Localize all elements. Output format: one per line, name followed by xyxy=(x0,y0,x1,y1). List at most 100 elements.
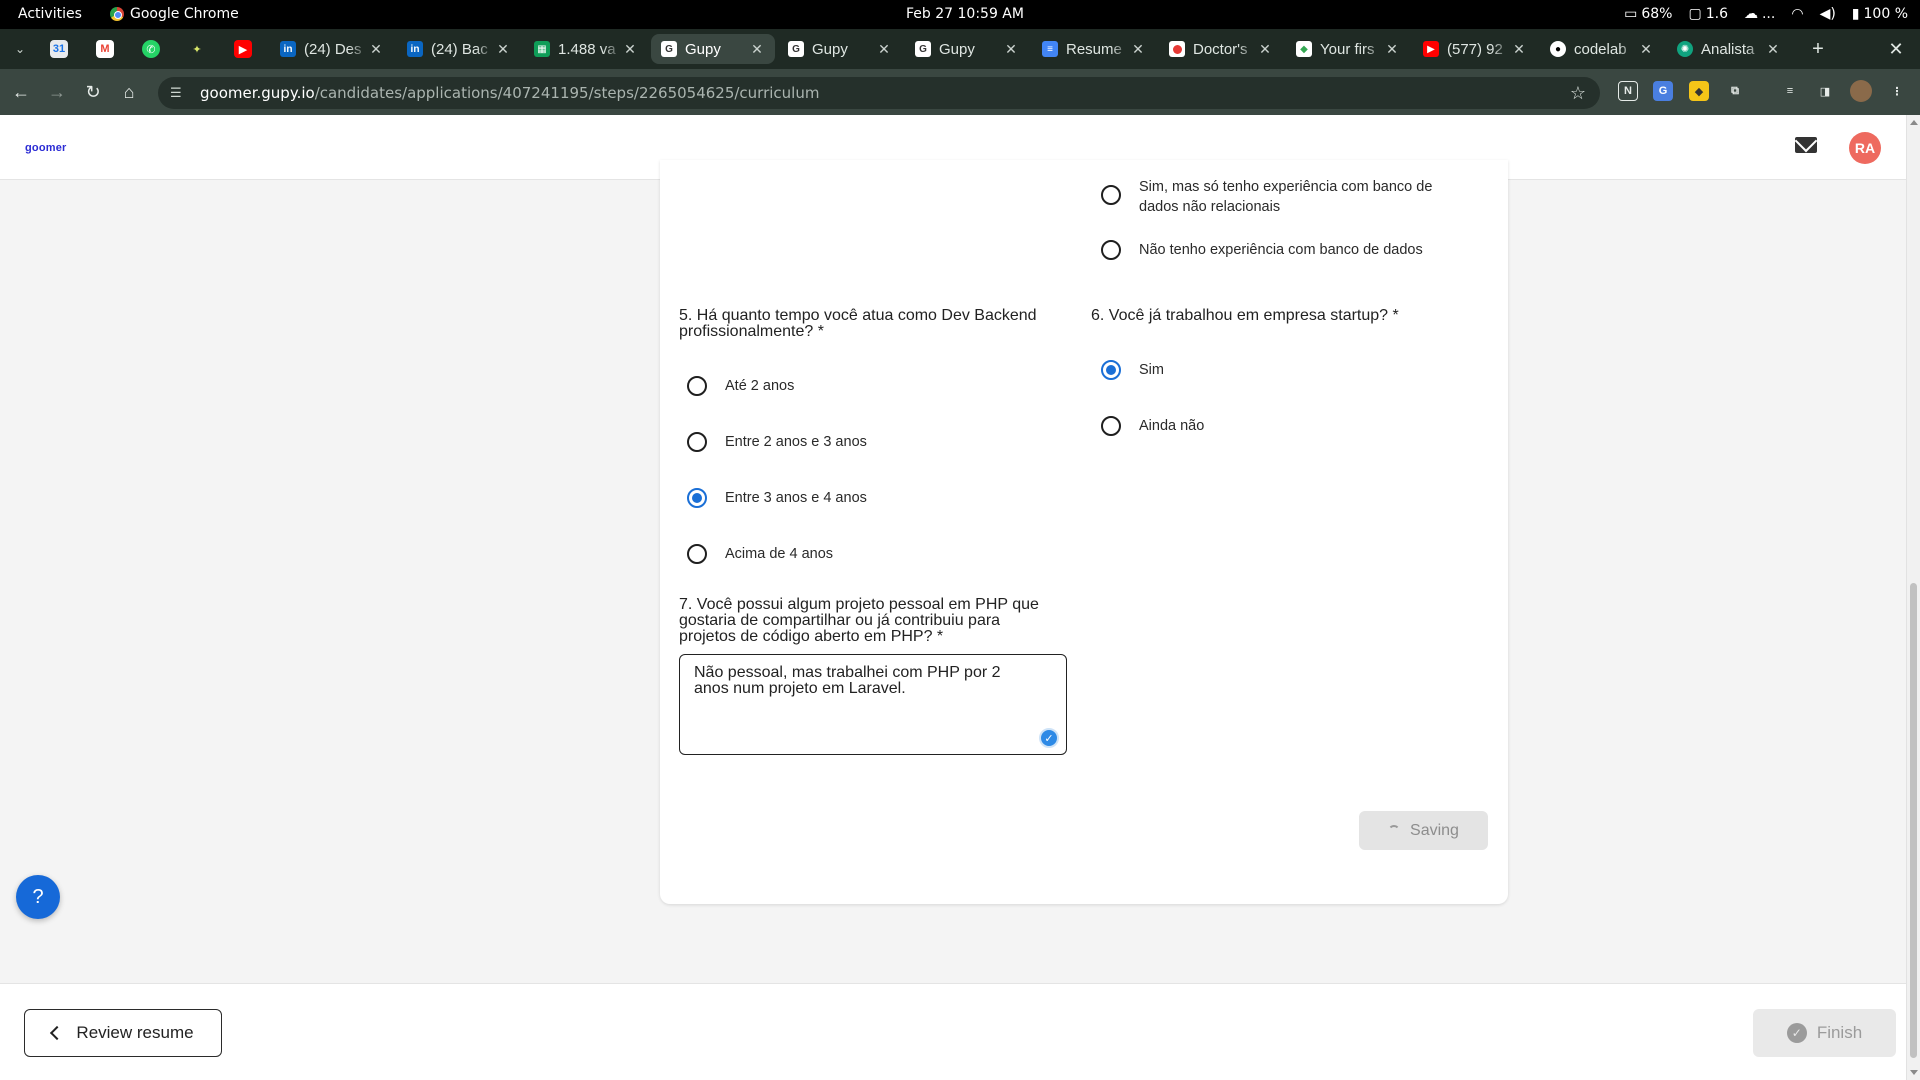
radio-button[interactable] xyxy=(1101,416,1121,436)
profile-avatar-icon[interactable] xyxy=(1850,80,1872,102)
close-icon[interactable]: ✕ xyxy=(495,41,511,58)
q5-option-acima-4-anos[interactable]: Acima de 4 anos xyxy=(687,544,833,564)
pinned-tab-gmail[interactable]: M xyxy=(88,37,122,61)
help-button[interactable]: ? xyxy=(16,875,60,919)
chatgpt-icon: ✺ xyxy=(1677,41,1693,57)
pinned-tab-calendar[interactable]: 31 xyxy=(42,37,76,61)
tab-linkedin-2[interactable]: in (24) Bac ✕ xyxy=(397,34,521,64)
clock[interactable]: Feb 27 10:59 AM xyxy=(906,6,1024,22)
radio-button[interactable] xyxy=(687,432,707,452)
keep-extension-icon[interactable]: ◆ xyxy=(1689,81,1709,101)
pinned-tab-youtube[interactable]: ▶ xyxy=(226,37,260,61)
application-form-card: Sim, mas só tenho experiência com banco … xyxy=(660,160,1508,904)
whatsapp-icon: ✆ xyxy=(142,40,160,58)
review-resume-button[interactable]: Review resume xyxy=(24,1009,222,1057)
extensions-puzzle-icon[interactable]: ⧉ xyxy=(1725,81,1745,101)
back-button[interactable]: ← xyxy=(8,79,34,105)
close-icon[interactable]: ✕ xyxy=(1130,41,1146,58)
doctor-icon xyxy=(1169,41,1185,57)
scroll-down-arrow-icon[interactable] xyxy=(1910,1070,1918,1075)
tab-youtube[interactable]: ▶ (577) 92 ✕ xyxy=(1413,34,1537,64)
new-tab-button[interactable]: + xyxy=(1805,37,1831,63)
close-icon[interactable]: ✕ xyxy=(1257,41,1273,58)
company-logo[interactable]: goomer xyxy=(25,142,67,154)
tab-resume[interactable]: ≡ Resume ✕ xyxy=(1032,34,1156,64)
kebab-menu-icon[interactable]: ⋮ xyxy=(1887,81,1907,101)
battery-icon: ▮ xyxy=(1851,6,1860,22)
close-icon[interactable]: ✕ xyxy=(622,41,638,58)
pinned-tab-whatsapp[interactable]: ✆ xyxy=(134,37,168,61)
radio-button-selected[interactable] xyxy=(687,488,707,508)
translate-extension-icon[interactable]: G xyxy=(1653,81,1673,101)
tab-doctor[interactable]: Doctor's ✕ xyxy=(1159,34,1283,64)
tab-gupy-2[interactable]: G Gupy ✕ xyxy=(778,34,902,64)
radio-option-no-db-experience[interactable]: Não tenho experiência com banco de dados xyxy=(1101,240,1423,260)
bookmark-star-icon[interactable]: ☆ xyxy=(1570,83,1586,104)
close-icon[interactable]: ✕ xyxy=(1384,41,1400,58)
page-scrollbar[interactable] xyxy=(1906,115,1920,1080)
tab-github[interactable]: ● codelab ✕ xyxy=(1540,34,1664,64)
close-icon[interactable]: ✕ xyxy=(1003,41,1019,58)
docs-icon: ≡ xyxy=(1042,41,1058,57)
tab-gupy-active[interactable]: G Gupy ✕ xyxy=(651,34,775,64)
mail-icon[interactable] xyxy=(1795,137,1817,153)
q6-option-ainda-nao[interactable]: Ainda não xyxy=(1101,416,1204,436)
check-circle-icon: ✓ xyxy=(1039,728,1059,748)
scroll-up-arrow-icon[interactable] xyxy=(1910,120,1918,125)
check-circle-icon: ✓ xyxy=(1786,1023,1807,1043)
radio-button-selected[interactable] xyxy=(1101,360,1121,380)
radio-button[interactable] xyxy=(687,544,707,564)
media-controls-icon[interactable]: ≡ xyxy=(1780,81,1800,101)
notion-extension-icon[interactable]: N xyxy=(1618,81,1638,101)
radio-button[interactable] xyxy=(1101,240,1121,260)
q7-answer-textarea[interactable]: Não pessoal, mas trabalhei com PHP por 2… xyxy=(679,654,1067,755)
q5-option-ate-2-anos[interactable]: Até 2 anos xyxy=(687,376,794,396)
radio-option-non-relational[interactable]: Sim, mas só tenho experiência com banco … xyxy=(1101,179,1432,217)
radio-button[interactable] xyxy=(1101,185,1121,205)
tab-course[interactable]: ◆ Your firs ✕ xyxy=(1286,34,1410,64)
tab-strip: ⌄ 31 M ✆ ✦ ▶ in (24) Des ✕ in (24) Bac ✕… xyxy=(0,29,1920,69)
scrollbar-thumb[interactable] xyxy=(1910,583,1917,1058)
gupy-icon: G xyxy=(788,41,804,57)
plus-icon: + xyxy=(1812,38,1824,60)
tab-search-button[interactable]: ⌄ xyxy=(8,37,32,61)
app-menu[interactable]: Google Chrome xyxy=(110,6,239,22)
user-avatar[interactable]: RA xyxy=(1849,132,1881,164)
page-footer: Review resume ✓ Finish xyxy=(0,983,1906,1080)
q5-option-2-3-anos[interactable]: Entre 2 anos e 3 anos xyxy=(687,432,867,452)
finish-button[interactable]: ✓ Finish xyxy=(1753,1009,1896,1057)
gupy-icon: G xyxy=(915,41,931,57)
sheets-icon: ▦ xyxy=(534,41,550,57)
url-text[interactable]: goomer.gupy.io/candidates/applications/4… xyxy=(200,84,819,102)
close-icon[interactable]: ✕ xyxy=(749,41,765,58)
youtube-icon: ▶ xyxy=(1423,41,1439,57)
volume-icon: ◀) xyxy=(1819,6,1836,22)
cloud-indicator: ☁... xyxy=(1743,6,1776,22)
site-info-icon[interactable]: ☰ xyxy=(170,85,186,101)
window-close-button[interactable]: ✕ xyxy=(1884,37,1908,61)
q5-option-3-4-anos[interactable]: Entre 3 anos e 4 anos xyxy=(687,488,867,508)
reload-button[interactable]: ↻ xyxy=(80,79,106,105)
close-icon[interactable]: ✕ xyxy=(1511,41,1527,58)
address-bar[interactable]: ☰ goomer.gupy.io/candidates/applications… xyxy=(158,77,1600,109)
home-button[interactable]: ⌂ xyxy=(116,79,142,105)
app-name: Google Chrome xyxy=(130,6,239,22)
tab-sheets[interactable]: ▦ 1.488 va ✕ xyxy=(524,34,648,64)
close-icon[interactable]: ✕ xyxy=(1638,41,1654,58)
side-panel-icon[interactable]: ◨ xyxy=(1815,81,1835,101)
tab-gupy-3[interactable]: G Gupy ✕ xyxy=(905,34,1029,64)
radio-button[interactable] xyxy=(687,376,707,396)
q6-option-sim[interactable]: Sim xyxy=(1101,360,1164,380)
forward-button[interactable]: → xyxy=(44,79,70,105)
system-status[interactable]: ▭ 68% ▢ 1.6 ☁... ◠ ◀) ▮ 100 % xyxy=(1624,6,1908,22)
gmail-icon: M xyxy=(96,40,114,58)
gupy-icon: G xyxy=(661,41,677,57)
pinned-tab-satellite[interactable]: ✦ xyxy=(180,37,214,61)
tab-linkedin-1[interactable]: in (24) Des ✕ xyxy=(270,34,394,64)
close-icon[interactable]: ✕ xyxy=(368,41,384,58)
close-icon[interactable]: ✕ xyxy=(876,41,892,58)
tab-chatgpt[interactable]: ✺ Analista ✕ xyxy=(1667,34,1791,64)
activities-button[interactable]: Activities xyxy=(18,6,82,22)
close-icon[interactable]: ✕ xyxy=(1765,41,1781,58)
saving-button[interactable]: Saving xyxy=(1359,811,1488,850)
